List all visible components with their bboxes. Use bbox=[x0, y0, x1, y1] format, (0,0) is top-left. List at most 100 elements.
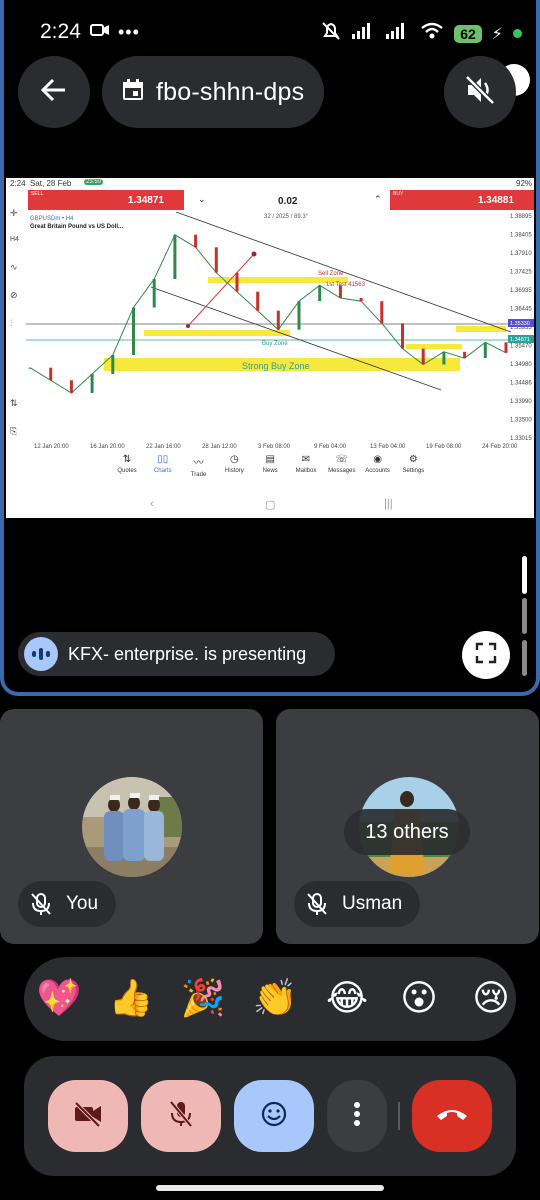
nav-label: Quotes bbox=[117, 468, 137, 474]
candle bbox=[359, 298, 363, 302]
fullscreen-button[interactable] bbox=[462, 631, 510, 679]
home-indicator[interactable] bbox=[156, 1185, 384, 1191]
objects-icon[interactable]: ⊘ bbox=[10, 290, 18, 301]
indicator-icon[interactable]: ∿ bbox=[10, 262, 18, 273]
shared-system-nav: ‹ ▢ ||| bbox=[6, 496, 534, 516]
candle bbox=[28, 367, 32, 369]
fullscreen-icon bbox=[474, 641, 498, 670]
others-count-pill: 13 others bbox=[344, 809, 470, 855]
timeframe-button[interactable]: H4 bbox=[10, 236, 19, 243]
participant-tile-you[interactable]: You bbox=[0, 709, 263, 944]
y-tick-label: 1.37910 bbox=[510, 251, 532, 257]
price-tag-label: 1.35330 bbox=[510, 321, 530, 327]
x-tick-label: 24 Feb 20:00 bbox=[482, 444, 518, 450]
reaction-surprised[interactable]: 😮 bbox=[394, 973, 444, 1023]
first-test-label: 1st Test 41563 bbox=[326, 282, 366, 288]
reaction-thumbs-up[interactable]: 👍 bbox=[106, 973, 156, 1023]
camera-toggle-button[interactable] bbox=[48, 1080, 128, 1152]
y-tick-label: 1.33500 bbox=[510, 418, 532, 424]
call-end-icon bbox=[435, 1106, 469, 1127]
nav-label: Charts bbox=[153, 468, 172, 474]
y-tick-label: 1.38895 bbox=[510, 214, 532, 220]
price-chart[interactable]: GBPUSDm • H4 Great Britain Pound vs US D… bbox=[26, 212, 534, 452]
x-tick-label: 12 Jan 20:00 bbox=[34, 444, 69, 450]
candle bbox=[483, 342, 487, 359]
buy-button[interactable]: BUY 1.34881 bbox=[390, 190, 534, 210]
x-tick-label: 19 Feb 08:00 bbox=[426, 444, 462, 450]
controls-divider bbox=[398, 1102, 400, 1130]
nav-label: Trade bbox=[190, 472, 207, 478]
speaker-toggle-button[interactable] bbox=[444, 56, 516, 128]
meeting-info-button[interactable]: fbo-shhn-dps bbox=[102, 56, 324, 128]
lot-increase-icon[interactable]: ⌃ bbox=[374, 194, 382, 205]
more-vert-icon bbox=[353, 1101, 361, 1132]
reaction-clapping[interactable]: 👏 bbox=[250, 973, 300, 1023]
shared-back-icon: ‹ bbox=[150, 498, 154, 510]
videocam-off-icon bbox=[73, 1101, 103, 1132]
candle bbox=[69, 380, 73, 393]
reaction-laughing[interactable]: 😂 bbox=[322, 973, 372, 1023]
nav-label: News bbox=[262, 468, 278, 474]
more-options-button[interactable] bbox=[327, 1080, 387, 1152]
channel-bottom-line bbox=[150, 286, 442, 391]
scroll-indicator-2 bbox=[522, 598, 527, 634]
reactions-bar: 💖 👍 🎉 👏 😂 😮 😢 bbox=[24, 957, 516, 1041]
mic-off-icon bbox=[26, 889, 56, 919]
buy-zone-band bbox=[144, 330, 290, 336]
buy-label: BUY bbox=[393, 191, 404, 197]
price-tag-label: 1.34871 bbox=[510, 337, 530, 343]
mic-off-icon bbox=[302, 889, 332, 919]
shared-status-time: 2:24 bbox=[10, 179, 26, 188]
candle bbox=[173, 234, 177, 279]
y-tick-label: 1.34980 bbox=[510, 362, 532, 368]
lot-value: 0.02 bbox=[278, 196, 298, 207]
mic-off-icon bbox=[169, 1100, 193, 1133]
emoji-smile-icon bbox=[260, 1100, 288, 1133]
reaction-crying[interactable]: 😢 bbox=[466, 973, 516, 1023]
settings-sliders-icon[interactable]: ⫶ bbox=[10, 318, 12, 329]
nav-label: Messages bbox=[328, 468, 356, 474]
presenting-banner[interactable]: KFX- enterprise. is presenting bbox=[18, 632, 335, 676]
crosshair-icon[interactable]: ✛ bbox=[10, 208, 18, 219]
shared-screen: 2:24 Sat, 28 Feb 23:50 92% SELL 1.34871 … bbox=[6, 178, 534, 518]
participant-name-usman: Usman bbox=[342, 893, 403, 914]
y-tick-label: 1.37425 bbox=[510, 270, 532, 276]
sell-price: 1.34871 bbox=[127, 195, 164, 206]
x-tick-label: 9 Feb 04:00 bbox=[314, 444, 347, 450]
lot-decrease-icon[interactable]: ⌄ bbox=[198, 194, 206, 205]
scroll-indicator-3 bbox=[522, 640, 527, 676]
end-call-button[interactable] bbox=[412, 1080, 492, 1152]
reaction-party-popper[interactable]: 🎉 bbox=[178, 973, 228, 1023]
sell-button[interactable]: SELL 1.34871 bbox=[28, 190, 184, 210]
participant-tile-usman[interactable]: 13 others Usman bbox=[276, 709, 539, 944]
candle bbox=[90, 374, 94, 393]
sort-icon[interactable]: ⇅ bbox=[10, 398, 18, 409]
shared-status-date: Sat, 28 Feb bbox=[30, 179, 72, 188]
trend-arrow bbox=[187, 253, 255, 327]
candle bbox=[421, 348, 425, 365]
candle bbox=[276, 310, 280, 330]
candle bbox=[463, 351, 467, 359]
candle bbox=[504, 342, 508, 353]
y-tick-label: 1.38405 bbox=[510, 233, 532, 239]
nav-label: Mailbox bbox=[295, 468, 317, 474]
sell-label: SELL bbox=[31, 191, 44, 197]
name-pill-you: You bbox=[18, 881, 117, 927]
candle bbox=[49, 367, 53, 381]
reactions-button[interactable] bbox=[234, 1080, 314, 1152]
candle bbox=[442, 351, 446, 365]
nav-settings[interactable]: ⚙ Settings bbox=[389, 454, 437, 474]
reaction-sparkling-heart[interactable]: 💖 bbox=[34, 973, 84, 1023]
sell-zone-label: Sell Zone bbox=[318, 271, 344, 277]
presenting-text: KFX- enterprise. is presenting bbox=[68, 643, 307, 664]
candle bbox=[152, 279, 156, 308]
participant-name-you: You bbox=[66, 893, 99, 914]
export-icon[interactable]: ⎘ bbox=[10, 426, 17, 437]
volume-off-icon bbox=[463, 73, 497, 112]
meeting-code: fbo-shhn-dps bbox=[156, 77, 305, 106]
call-controls bbox=[24, 1056, 516, 1176]
back-button[interactable] bbox=[18, 56, 90, 128]
trading-app-nav: ⇅ Quotes ▯▯ Charts 〰 Trade ◷ History ▤ News ✉ Mailb… bbox=[6, 454, 534, 490]
x-tick-label: 22 Jan 16:00 bbox=[146, 444, 181, 450]
mic-toggle-button[interactable] bbox=[141, 1080, 221, 1152]
